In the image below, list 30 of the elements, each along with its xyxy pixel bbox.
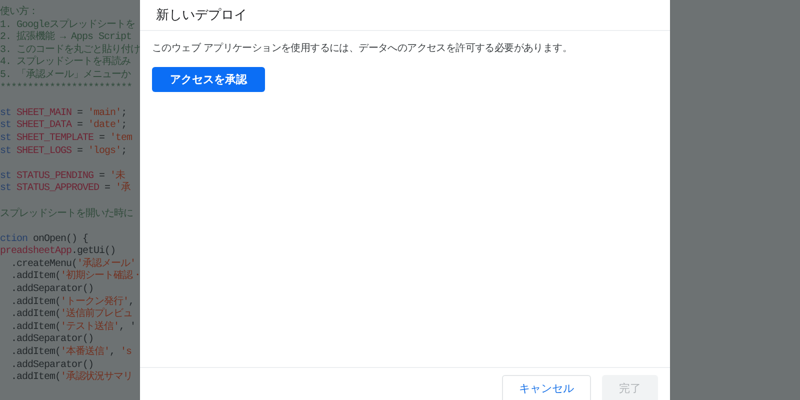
code-line: st SHEET_MAIN = 'main'; — [0, 108, 128, 120]
code-line: スプレッドシートを開いた時に — [0, 208, 134, 222]
code-line: 2. 拡張機能 → Apps Script — [0, 32, 133, 44]
code-line: .createMenu('承認メール' — [10, 258, 137, 270]
code-line: st STATUS_PENDING = '未 — [0, 170, 126, 182]
dialog-message: このウェブ アプリケーションを使用するには、データへのアクセスを許可する必要があります。 — [152, 42, 572, 55]
code-line: 4. スプレッドシートを再読み — [0, 57, 132, 68]
code-line: .addSeparator() — [10, 334, 95, 346]
code-line: st STATUS_APPROVED = '承 — [0, 183, 132, 196]
code-line: 1. Googleスプレッドシートを — [0, 20, 136, 31]
cancel-button[interactable]: キャンセル — [502, 375, 591, 400]
dialog-title: 新しいデプロイ — [156, 7, 247, 24]
code-line: .addSeparator() — [10, 284, 95, 296]
code-line: .addItem('初期シート確認・ — [10, 271, 140, 284]
code-line: .addItem('テスト送信', ' — [10, 322, 137, 334]
code-line: ction onOpen() { — [0, 234, 90, 246]
code-line: preadsheetApp.getUi() — [0, 246, 117, 258]
code-line: st SHEET_TEMPLATE = 'tem — [0, 132, 134, 146]
code-line: 5. 「承認メール」メニューか — [0, 70, 132, 82]
code-line: ************************ — [0, 82, 134, 96]
authorize-button[interactable]: アクセスを承認 — [152, 67, 265, 92]
code-line: .addItem('トークン発行', — [10, 296, 136, 308]
code-line: .addSeparator() — [10, 360, 94, 371]
code-line: st SHEET_LOGS = 'logs'; — [0, 146, 128, 158]
code-line: 3. このコードを丸ごと貼り付け — [0, 44, 140, 56]
code-line: .addItem('本番送信', 's — [10, 347, 133, 360]
code-line: 使い方： — [0, 7, 39, 20]
code-line: .addItem('承認状況サマリ — [10, 372, 134, 385]
code-line: .addItem('送信前プレビュ — [10, 309, 134, 321]
code-line: st SHEET_DATA = 'date'; — [0, 120, 128, 132]
